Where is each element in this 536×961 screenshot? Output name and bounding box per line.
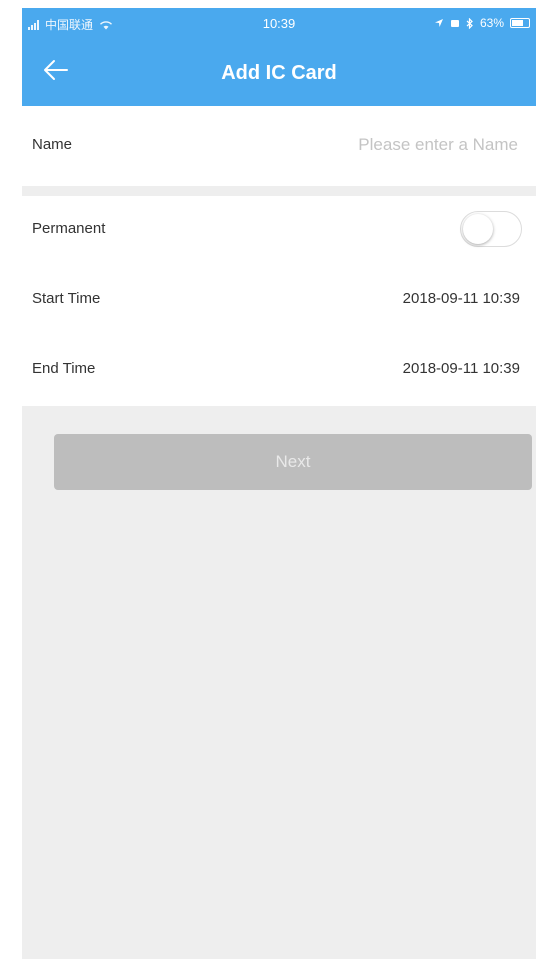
location-icon xyxy=(434,19,443,27)
start-time-row[interactable]: Start Time 2018-09-11 10:39 xyxy=(22,266,536,336)
battery-percent: 63% xyxy=(479,16,504,30)
start-time-label: Start Time xyxy=(32,290,101,307)
end-time-label: End Time xyxy=(32,360,96,377)
permanent-row: Permanent xyxy=(22,196,536,266)
end-time-value[interactable]: 2018-09-11 10:39 xyxy=(403,360,520,377)
app-header: 中国联通 10:39 63% Add IC Card xyxy=(22,8,536,106)
toggle-knob xyxy=(463,214,493,244)
start-time-value[interactable]: 2018-09-11 10:39 xyxy=(403,290,520,307)
nav-bar: Add IC Card xyxy=(22,38,536,106)
name-input[interactable] xyxy=(216,130,520,160)
app-screen: 中国联通 10:39 63% Add IC Card Name Please e… xyxy=(22,8,536,959)
bluetooth-icon xyxy=(466,17,473,29)
end-time-row[interactable]: End Time 2018-09-11 10:39 xyxy=(22,336,536,406)
page-title: Add IC Card xyxy=(221,62,337,84)
permanent-label: Permanent xyxy=(32,220,106,237)
status-right: 63% xyxy=(434,16,530,30)
permanent-toggle[interactable] xyxy=(460,211,522,247)
validity-settings: Permanent Start Time 2018-09-11 10:39 En… xyxy=(22,196,536,406)
status-bar: 中国联通 10:39 63% xyxy=(22,8,536,38)
alarm-icon xyxy=(450,20,459,27)
next-button[interactable]: Next xyxy=(54,434,532,490)
name-row: Name xyxy=(22,106,536,186)
name-label: Name xyxy=(32,136,73,153)
battery-icon xyxy=(510,18,530,28)
